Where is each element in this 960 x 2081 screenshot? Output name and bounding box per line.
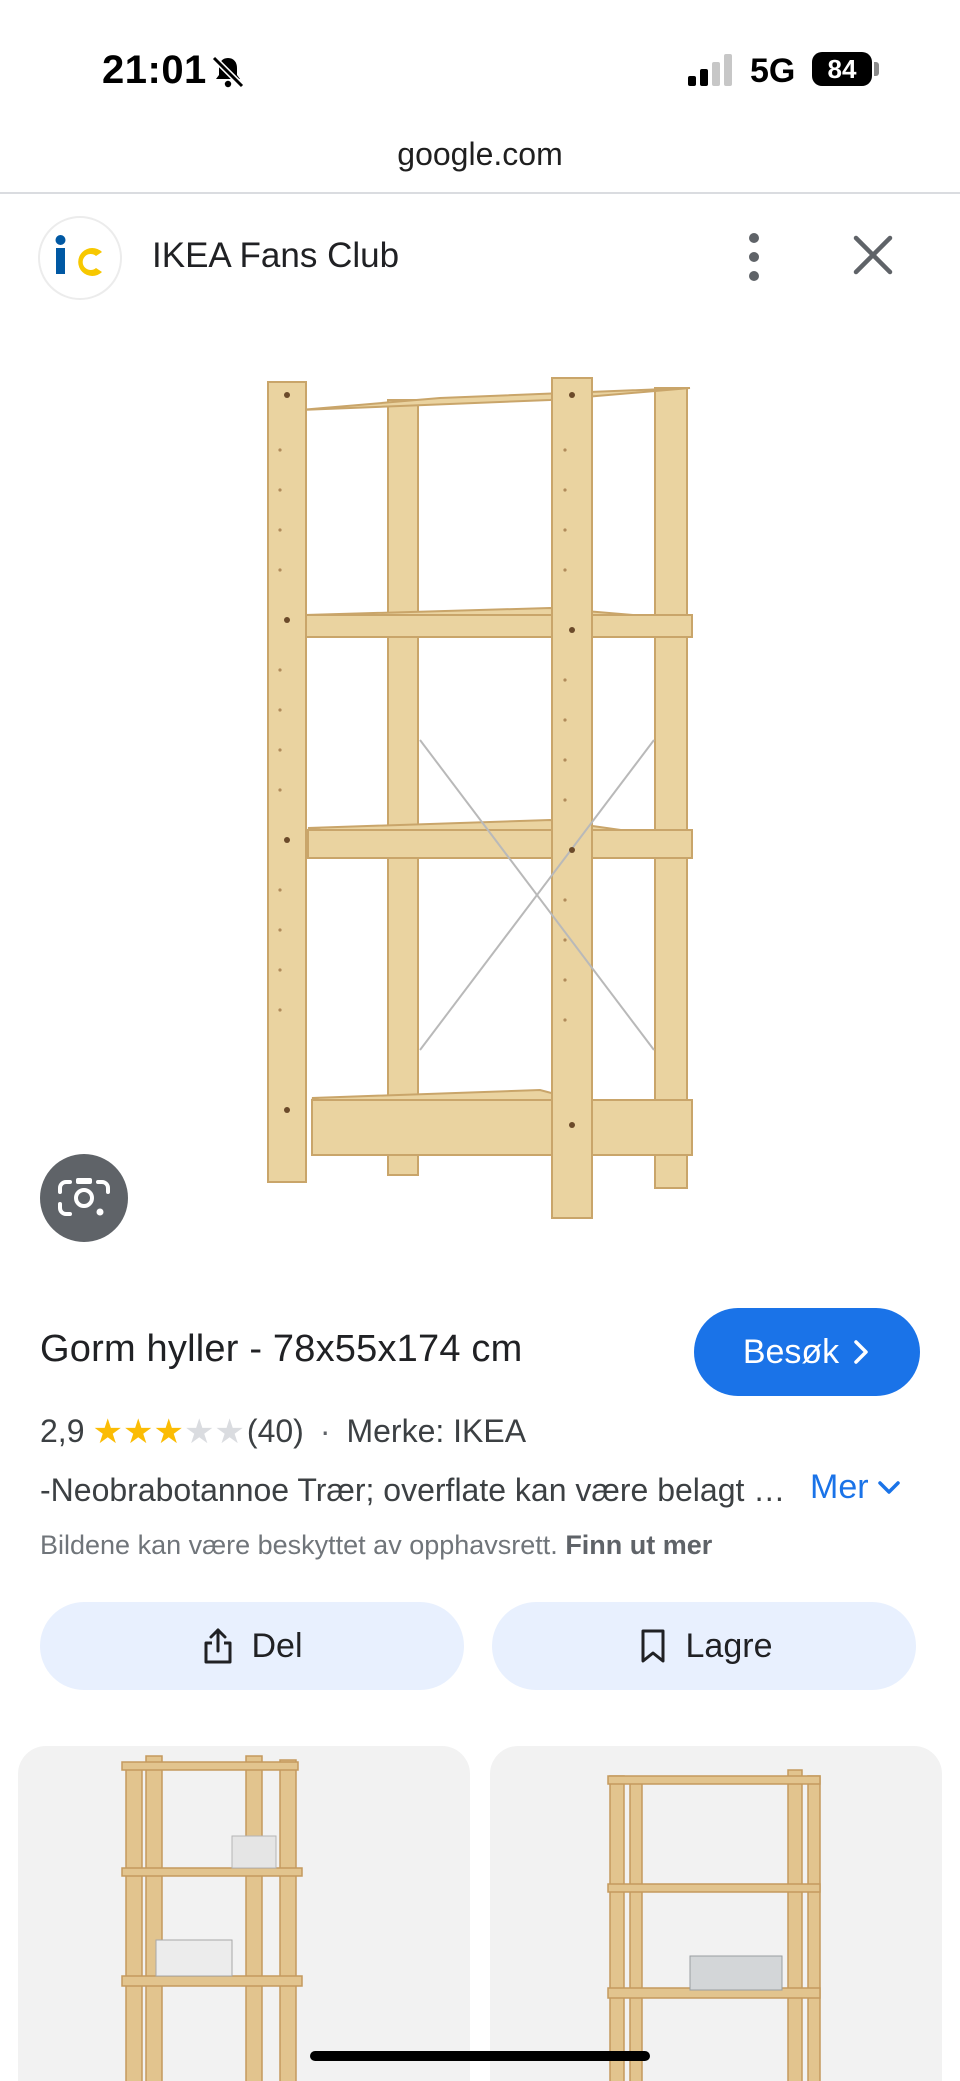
star-icon: ★ (214, 1412, 245, 1451)
rating-row: 2,9 ★ ★ ★ ★ ★ (40) · Merke: IKEA (40, 1413, 526, 1450)
copyright-notice: Bildene kan være beskyttet av opphavsret… (40, 1530, 712, 1561)
more-label: Mer (810, 1468, 869, 1506)
lens-search-button[interactable] (40, 1154, 128, 1242)
rating-count: (40) (246, 1413, 304, 1449)
star-icon: ★ (183, 1412, 215, 1451)
save-label: Lagre (685, 1626, 773, 1665)
battery-cap (874, 62, 879, 76)
star-icon: ★ (153, 1412, 184, 1451)
star-icon: ★ (92, 1412, 123, 1451)
star-rating: ★ ★ ★ ★ ★ (92, 1415, 244, 1449)
share-icon (204, 1628, 232, 1664)
status-bar: 21:01 5G 84 (0, 0, 960, 130)
related-image-1[interactable] (18, 1746, 470, 2081)
cellular-signal-icon (688, 54, 732, 86)
ikea-fans-club-logo (55, 235, 102, 276)
description-row: -Neobrabotannoe Trær; overflate kan være… (40, 1468, 920, 1516)
learn-more-link[interactable]: Finn ut mer (565, 1530, 712, 1560)
product-image[interactable] (240, 370, 720, 1230)
share-button[interactable]: Del (40, 1602, 464, 1690)
rating-value: 2,9 (40, 1413, 85, 1449)
chevron-right-icon (854, 1340, 868, 1364)
description-text: -Neobrabotannoe Trær; overflate kan være… (40, 1472, 800, 1508)
chevron-down-icon (877, 1480, 900, 1494)
save-button[interactable]: Lagre (492, 1602, 916, 1690)
source-name[interactable]: IKEA Fans Club (152, 236, 399, 276)
lens-icon (58, 1178, 110, 1216)
share-label: Del (251, 1626, 303, 1665)
visit-button[interactable]: Besøk (694, 1308, 920, 1396)
close-icon[interactable] (848, 230, 898, 280)
clock: 21:01 (102, 48, 207, 92)
star-icon: ★ (122, 1412, 154, 1451)
network-type: 5G (750, 52, 796, 90)
source-logo[interactable] (38, 216, 122, 300)
silent-bell-icon (211, 55, 245, 89)
url-domain: google.com (397, 136, 563, 172)
more-options-icon[interactable] (734, 228, 774, 286)
related-image-2[interactable] (490, 1746, 942, 2081)
home-indicator[interactable] (310, 2051, 650, 2061)
more-button[interactable]: Mer (810, 1468, 901, 1507)
brand: Merke: IKEA (346, 1413, 527, 1449)
copyright-text: Bildene kan være beskyttet av opphavsret… (40, 1530, 558, 1560)
url-bar[interactable]: google.com (0, 136, 960, 194)
related-shelf-image (607, 1769, 821, 2081)
source-header: IKEA Fans Club (0, 210, 960, 306)
related-shelf-image (121, 1755, 303, 2081)
battery-indicator: 84 (812, 52, 872, 86)
separator: · (319, 1413, 331, 1449)
bookmark-icon (641, 1629, 665, 1663)
product-title: Gorm hyller - 78x55x174 cm (40, 1328, 523, 1370)
visit-label: Besøk (742, 1332, 840, 1371)
